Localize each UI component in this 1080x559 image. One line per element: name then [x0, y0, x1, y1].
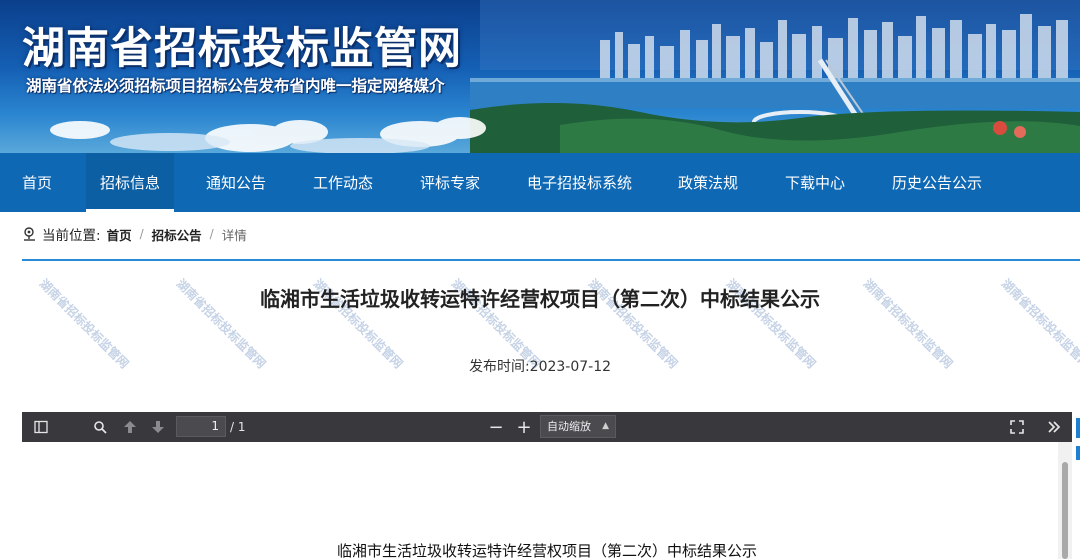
- content-divider: [22, 259, 1080, 261]
- breadcrumb-current: 详情: [221, 227, 247, 243]
- tools-menu-button[interactable]: [1040, 412, 1068, 442]
- nav-item-notices[interactable]: 通知公告: [206, 153, 266, 212]
- nav-item-work-news[interactable]: 工作动态: [313, 153, 373, 212]
- side-float-tab[interactable]: [1076, 446, 1080, 460]
- zoom-select[interactable]: 自动缩放 ▲︎: [540, 415, 616, 438]
- breadcrumb-separator: /: [139, 227, 144, 241]
- side-float-tab[interactable]: [1076, 418, 1080, 438]
- publish-date-value: 2023-07-12: [529, 359, 612, 375]
- article-title: 临湘市生活垃圾收转运特许经营权项目（第二次）中标结果公示: [260, 287, 820, 311]
- zoom-in-button[interactable]: +: [514, 412, 534, 442]
- site-banner: 湖南省招标投标监管网 湖南省依法必须招标项目招标公告发布省内唯一指定网络媒介: [0, 0, 1080, 153]
- select-caret-icon: ▲︎: [602, 421, 609, 431]
- nav-item-history[interactable]: 历史公告公示: [892, 153, 982, 212]
- breadcrumb-home-link[interactable]: 首页: [107, 225, 132, 244]
- scrollbar-thumb[interactable]: [1062, 462, 1068, 559]
- arrow-down-icon: [152, 421, 164, 433]
- publish-date-line: 发布时间:2023-07-12: [22, 356, 1058, 376]
- breadcrumb-bidding-notice-link[interactable]: 招标公告: [152, 225, 202, 244]
- search-icon: [94, 421, 107, 434]
- arrow-up-icon: [124, 421, 136, 433]
- pdf-scrollbar[interactable]: [1058, 442, 1072, 559]
- sidebar-toggle-button[interactable]: [28, 412, 54, 442]
- find-button[interactable]: [88, 412, 112, 442]
- previous-page-button[interactable]: [118, 412, 142, 442]
- presentation-mode-button[interactable]: [1004, 412, 1030, 442]
- site-title: 湖南省招标投标监管网: [22, 24, 462, 74]
- nav-item-e-bidding-system[interactable]: 电子招投标系统: [527, 153, 632, 212]
- breadcrumb-prefix: 当前位置:: [42, 228, 101, 244]
- pdf-page: 临湘市生活垃圾收转运特许经营权项目（第二次）中标结果公示: [22, 442, 1072, 559]
- nav-item-home[interactable]: 首页: [22, 153, 52, 212]
- publish-date-label: 发布时间:: [468, 359, 530, 375]
- site-subtitle: 湖南省依法必须招标项目招标公告发布省内唯一指定网络媒介: [26, 77, 445, 95]
- page-total: / 1: [230, 420, 246, 434]
- zoom-out-button[interactable]: −: [486, 412, 506, 442]
- next-page-button[interactable]: [146, 412, 170, 442]
- nav-item-downloads[interactable]: 下载中心: [785, 153, 845, 212]
- pdf-toolbar: 1 / 1 − + 自动缩放 ▲︎: [22, 412, 1072, 442]
- location-pin-icon: [24, 227, 35, 241]
- breadcrumb-separator: /: [209, 227, 214, 241]
- breadcrumb: 当前位置: 首页 / 招标公告 / 详情: [22, 224, 247, 244]
- main-nav: 首页 招标信息 通知公告 工作动态 评标专家 电子招投标系统 政策法规 下载中心…: [0, 153, 1080, 212]
- nav-item-experts[interactable]: 评标专家: [420, 153, 480, 212]
- pdf-document-title: 临湘市生活垃圾收转运特许经营权项目（第二次）中标结果公示: [336, 542, 757, 559]
- fullscreen-icon: [1010, 420, 1024, 434]
- zoom-select-value: 自动缩放: [547, 420, 591, 433]
- double-chevron-right-icon: [1048, 421, 1061, 433]
- nav-item-policies[interactable]: 政策法规: [678, 153, 738, 212]
- nav-item-bidding-info[interactable]: 招标信息: [86, 153, 175, 212]
- page-number-input[interactable]: 1: [176, 416, 226, 437]
- sidebar-toggle-icon: [34, 420, 48, 434]
